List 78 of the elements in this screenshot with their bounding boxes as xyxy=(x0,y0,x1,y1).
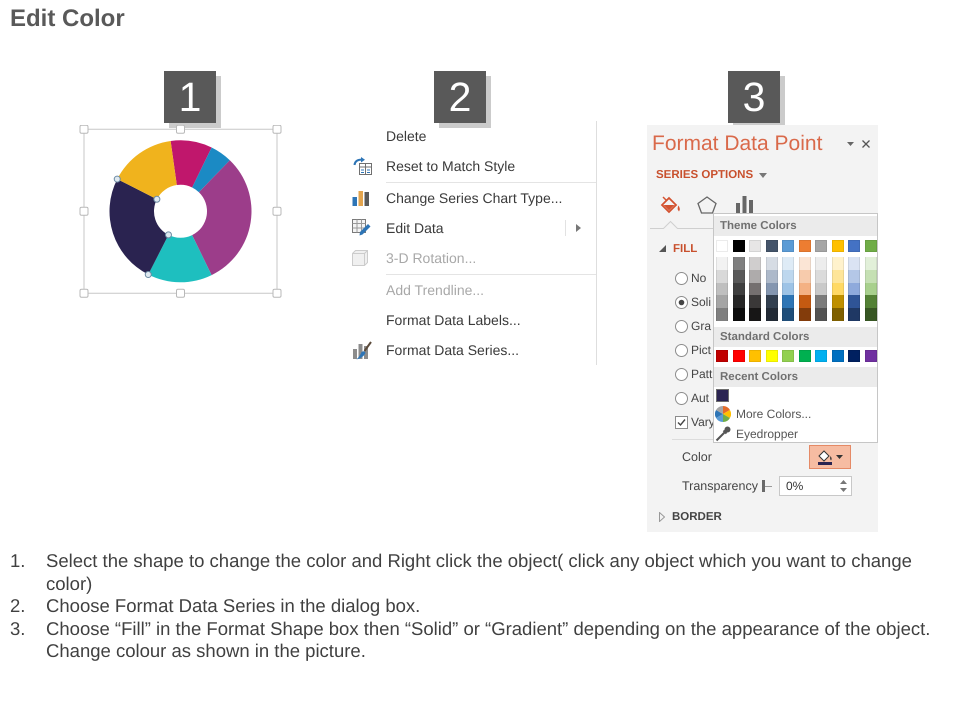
checkbox[interactable] xyxy=(675,416,688,428)
radio-button[interactable] xyxy=(675,272,688,284)
pentagon-icon[interactable] xyxy=(697,196,717,214)
menu-item[interactable]: Reset to Match Style xyxy=(350,151,596,181)
resize-handle[interactable] xyxy=(272,206,282,216)
option-label: No xyxy=(691,271,706,285)
resize-handle[interactable] xyxy=(176,125,185,134)
table-pencil-icon xyxy=(352,219,371,237)
donut-slice[interactable] xyxy=(148,234,212,282)
radio-button[interactable] xyxy=(675,320,688,332)
color-label: Color xyxy=(682,450,712,464)
transparency-label: Transparency xyxy=(682,479,759,493)
option-label: Patt xyxy=(691,367,712,381)
menu-item[interactable]: Eyedropper xyxy=(715,424,798,444)
list-number: 3. xyxy=(10,618,26,640)
option-label: Soli xyxy=(691,295,712,309)
donut-slice[interactable] xyxy=(110,179,168,275)
triangle-icon xyxy=(659,512,665,522)
page-title: Edit Color xyxy=(10,4,125,34)
color-swatch[interactable] xyxy=(716,388,729,402)
caret-down-icon xyxy=(836,455,843,459)
radio-button[interactable] xyxy=(675,368,688,380)
point-handle[interactable] xyxy=(153,196,160,203)
resize-handle[interactable] xyxy=(80,288,88,298)
palette-section-header: Theme Colors xyxy=(714,216,877,236)
list-number: 1. xyxy=(10,550,26,573)
spin-arrows-icon[interactable] xyxy=(840,480,847,492)
resize-handle[interactable] xyxy=(80,206,88,216)
step-number-badge: 2 xyxy=(434,71,491,128)
palette-section-header: Recent Colors xyxy=(714,366,877,387)
fill-color-button[interactable] xyxy=(809,445,851,469)
table-arrow-icon xyxy=(352,157,372,175)
donut-slice[interactable] xyxy=(192,147,230,192)
menu-item[interactable]: Edit Data xyxy=(350,213,596,243)
point-handle[interactable] xyxy=(114,176,121,183)
radio-button[interactable] xyxy=(675,344,688,356)
resize-handle[interactable] xyxy=(272,288,282,298)
point-handle[interactable] xyxy=(144,271,152,278)
resize-handle[interactable] xyxy=(80,125,88,134)
resize-handle[interactable] xyxy=(272,125,282,134)
color-wheel-icon xyxy=(715,406,731,422)
instruction-text: Choose “Fill” in the Format Shape box then “Solid” or “Gradient” depending on the appearance of the object. Change colour as shown in the picture. xyxy=(46,618,932,662)
list-number: 2. xyxy=(10,595,26,618)
resize-handle[interactable] xyxy=(176,288,185,298)
slider-thumb[interactable] xyxy=(762,480,765,492)
cube-icon xyxy=(352,250,368,266)
radio-button[interactable] xyxy=(675,392,688,404)
donut-slice[interactable] xyxy=(192,160,252,276)
caret-down-icon xyxy=(759,172,768,178)
section-header[interactable]: BORDER xyxy=(659,510,722,524)
paint-bucket-icon[interactable] xyxy=(660,196,681,214)
menu-item[interactable]: Format Data Labels... xyxy=(350,305,596,335)
point-handle[interactable] xyxy=(164,231,172,238)
chart-brush-icon xyxy=(352,340,372,360)
close-icon[interactable] xyxy=(862,140,870,148)
menu-item[interactable]: Format Data Series... xyxy=(350,335,596,365)
transparency-spin-field[interactable]: 0% xyxy=(779,476,852,496)
palette-section-header: Standard Colors xyxy=(714,326,877,347)
menu-item[interactable]: More Colors... xyxy=(715,404,812,424)
step-number-badge: 1 xyxy=(164,71,221,128)
option-label: Aut xyxy=(691,391,710,405)
pane-title: Format Data Point xyxy=(652,132,822,156)
option-label: Gra xyxy=(691,319,712,333)
option-label: Pict xyxy=(691,343,712,357)
paint-bucket-icon xyxy=(817,449,833,465)
eyedropper-icon xyxy=(715,426,731,442)
instruction-text: Select the shape to change the color and Right click the object( click any object which you want to change color) xyxy=(46,550,913,595)
donut-slice[interactable] xyxy=(117,141,177,200)
bar-chart-icon xyxy=(352,190,370,206)
menu-item[interactable]: Change Series Chart Type... xyxy=(350,183,596,213)
triangle-icon xyxy=(659,245,666,252)
radio-button[interactable] xyxy=(675,296,688,308)
section-header[interactable]: FILL xyxy=(659,231,698,266)
caret-down-icon[interactable] xyxy=(847,142,854,146)
bar-chart-icon[interactable] xyxy=(736,196,753,214)
step-number-badge: 3 xyxy=(728,71,785,128)
instruction-text: Choose Format Data Series in the dialog box. xyxy=(46,595,420,618)
series-options-dropdown[interactable]: SERIES OPTIONS xyxy=(656,163,768,187)
